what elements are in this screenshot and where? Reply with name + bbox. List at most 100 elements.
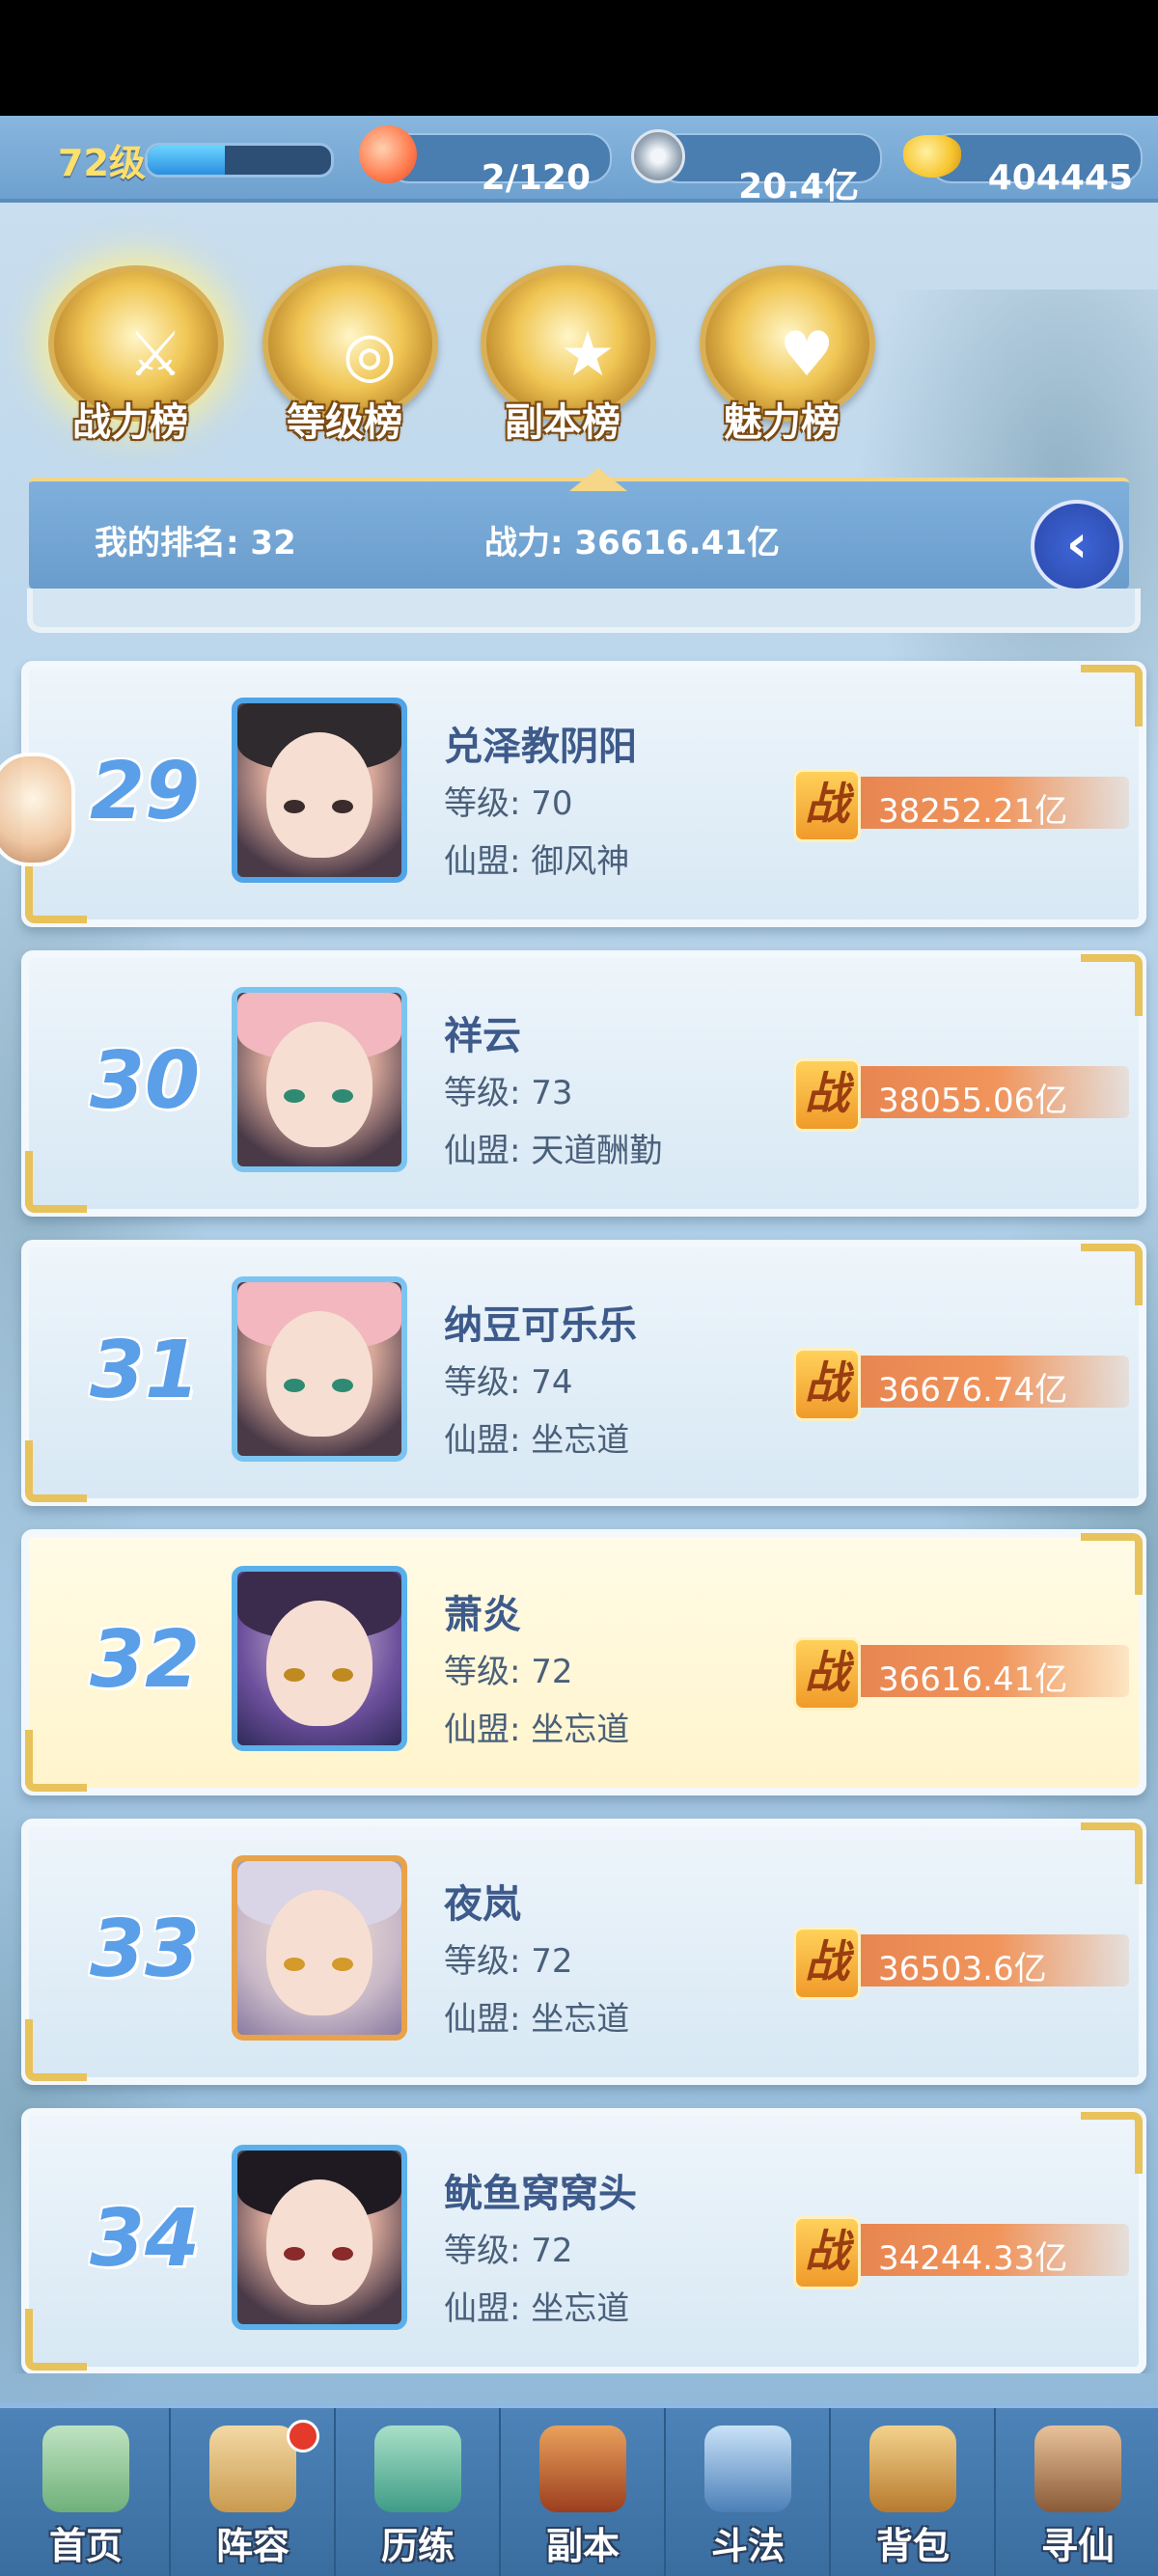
stamina-pill[interactable]: 2/120 <box>386 133 612 198</box>
home-icon <box>42 2425 129 2512</box>
player-guild: 仙盟: 天道酬勤 <box>444 1132 663 1170</box>
my-rank-text: 我的排名: 32 <box>95 524 296 562</box>
floating-assistant-avatar[interactable] <box>0 753 75 866</box>
lineup-icon <box>209 2425 296 2512</box>
player-name: 萧炎 <box>444 1593 521 1637</box>
battle-badge-icon: 战 <box>793 1637 861 1711</box>
power-value: 36503.6亿 <box>878 1950 1047 1988</box>
tab-label: 魅力榜 <box>724 400 840 445</box>
player-guild: 仙盟: 坐忘道 <box>444 2289 630 2328</box>
battle-badge-icon: 战 <box>793 1058 861 1132</box>
nav-seek-immortal[interactable]: 寻仙 <box>994 2408 1158 2576</box>
nav-label: 寻仙 <box>1040 2525 1115 2567</box>
list-item[interactable]: 33 夜岚 等级: 72 仙盟: 坐忘道 战 36503.6亿 <box>21 1819 1146 2085</box>
player-level: 等级: 72 <box>444 2232 573 2270</box>
player-guild: 仙盟: 坐忘道 <box>444 1421 630 1460</box>
rank-number: 32 <box>89 1614 201 1706</box>
battle-badge-icon: 战 <box>793 1927 861 2000</box>
notification-dot <box>287 2420 319 2453</box>
training-icon <box>374 2425 461 2512</box>
bag-icon <box>869 2425 956 2512</box>
player-level: 等级: 74 <box>444 1363 573 1402</box>
power-bar: 战 36503.6亿 <box>793 1927 1129 2000</box>
gold-ingot-icon <box>903 135 961 178</box>
power-bar: 战 38055.06亿 <box>793 1058 1129 1132</box>
battle-badge-icon: 战 <box>793 1348 861 1421</box>
player-name: 纳豆可乐乐 <box>444 1303 637 1348</box>
tab-power-ranking[interactable]: ⚔ 战力榜 <box>29 246 232 468</box>
rank-number: 31 <box>89 1325 201 1416</box>
back-button[interactable]: ‹ <box>1031 500 1123 592</box>
player-guild: 仙盟: 坐忘道 <box>444 1711 630 1749</box>
player-guild: 仙盟: 坐忘道 <box>444 2000 630 2039</box>
nav-label: 斗法 <box>710 2525 785 2567</box>
list-item[interactable]: 30 祥云 等级: 73 仙盟: 天道酬勤 战 38055.06亿 <box>21 950 1146 1217</box>
coin-icon <box>631 129 685 183</box>
my-power-text: 战力: 36616.41亿 <box>484 524 780 562</box>
nav-home[interactable]: 首页 <box>4 2408 168 2576</box>
player-avatar[interactable] <box>232 698 407 883</box>
exp-bar <box>145 143 334 178</box>
nav-lineup[interactable]: 阵容 <box>169 2408 335 2576</box>
tab-label: 副本榜 <box>505 400 620 445</box>
exp-bar-fill <box>148 146 225 175</box>
list-item[interactable]: 29 兑泽教阴阳 等级: 70 仙盟: 御风神 战 38252.21亿 <box>21 661 1146 927</box>
player-name: 兑泽教阴阳 <box>444 725 637 769</box>
player-avatar[interactable] <box>232 1276 407 1462</box>
nav-label: 历练 <box>380 2525 455 2567</box>
list-item[interactable]: 34 鱿鱼窝窝头 等级: 72 仙盟: 坐忘道 战 34244.33亿 <box>21 2108 1146 2373</box>
battle-badge-icon: 战 <box>793 2216 861 2289</box>
nav-battle[interactable]: 斗法 <box>664 2408 830 2576</box>
nav-training[interactable]: 历练 <box>334 2408 500 2576</box>
gold-value: 404445 <box>987 158 1133 198</box>
power-value: 36676.74亿 <box>878 1371 1068 1410</box>
player-avatar[interactable] <box>232 987 407 1172</box>
tab-dungeon-ranking[interactable]: ★ 副本榜 <box>461 246 664 468</box>
system-status-bar <box>0 0 1158 116</box>
battle-icon <box>704 2425 791 2512</box>
ranking-list[interactable]: 29 兑泽教阴阳 等级: 70 仙盟: 御风神 战 38252.21亿 30 祥… <box>0 589 1158 2373</box>
power-bar: 战 36676.74亿 <box>793 1348 1129 1421</box>
seek-immortal-icon <box>1034 2425 1121 2512</box>
player-avatar[interactable] <box>232 2145 407 2330</box>
nav-bag[interactable]: 背包 <box>829 2408 995 2576</box>
tab-charm-ranking[interactable]: ♥ 魅力榜 <box>680 246 883 468</box>
rank-number: 29 <box>89 746 201 837</box>
player-guild: 仙盟: 御风神 <box>444 842 630 881</box>
nav-dungeon[interactable]: 副本 <box>499 2408 665 2576</box>
back-arrow-icon: ‹ <box>1065 513 1089 574</box>
battle-badge-icon: 战 <box>793 769 861 842</box>
player-level: 等级: 73 <box>444 1074 573 1112</box>
nav-label: 背包 <box>875 2525 950 2567</box>
peach-icon <box>359 125 417 183</box>
silver-value: 20.4亿 <box>738 167 859 206</box>
player-avatar[interactable] <box>232 1855 407 2041</box>
player-level: 等级: 70 <box>444 784 573 823</box>
list-item[interactable]: 31 纳豆可乐乐 等级: 74 仙盟: 坐忘道 战 36676.74亿 <box>21 1240 1146 1506</box>
rank-number: 33 <box>89 1904 201 1995</box>
power-bar: 战 36616.41亿 <box>793 1637 1129 1711</box>
silver-pill[interactable]: 20.4亿 <box>656 133 882 206</box>
player-level: 等级: 72 <box>444 1942 573 1981</box>
rank-number: 34 <box>89 2193 201 2285</box>
stamina-value: 2/120 <box>481 158 591 198</box>
nav-label: 副本 <box>545 2525 620 2567</box>
power-value: 38252.21亿 <box>878 792 1068 831</box>
list-item-self[interactable]: 32 萧炎 等级: 72 仙盟: 坐忘道 战 36616.41亿 <box>21 1529 1146 1795</box>
my-rank-bar: 我的排名: 32 战力: 36616.41亿 <box>29 468 1129 589</box>
player-avatar[interactable] <box>232 1566 407 1751</box>
bottom-nav: 首页 阵容 历练 副本 斗法 背包 寻仙 <box>0 2402 1158 2576</box>
player-level: 等级: 72 <box>444 1653 573 1691</box>
tab-level-ranking[interactable]: ◎ 等级榜 <box>243 246 446 468</box>
tab-label: 战力榜 <box>72 400 188 445</box>
player-level: 72级 <box>58 142 146 184</box>
resource-bar: 72级 2/120 20.4亿 404445 <box>0 116 1158 206</box>
dungeon-icon <box>539 2425 626 2512</box>
power-value: 38055.06亿 <box>878 1082 1068 1120</box>
rank-number: 30 <box>89 1035 201 1127</box>
power-value: 36616.41亿 <box>878 1660 1068 1699</box>
nav-label: 首页 <box>48 2525 123 2567</box>
power-bar: 战 34244.33亿 <box>793 2216 1129 2289</box>
power-bar: 战 38252.21亿 <box>793 769 1129 842</box>
nav-label: 阵容 <box>215 2525 290 2567</box>
